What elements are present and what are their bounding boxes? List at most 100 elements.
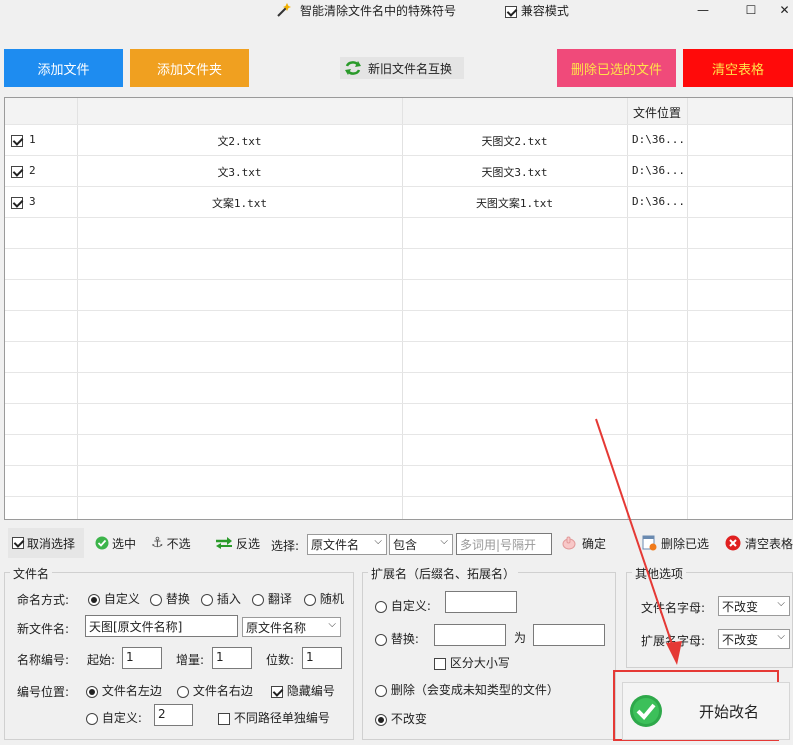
choose-label: 选择:	[271, 539, 300, 553]
naming-option-label: 替换	[165, 592, 190, 606]
ext-delete-label: 删除（会变成未知类型的文件）	[390, 683, 559, 697]
ext-no-change-radio[interactable]: 不改变	[375, 710, 427, 727]
ext-custom-radio[interactable]: 自定义:	[375, 597, 431, 614]
add-folder-button[interactable]: 添加文件夹	[130, 49, 249, 87]
ext-replace-label: 替换:	[390, 632, 419, 646]
compat-mode-checkbox[interactable]: 兼容模式	[505, 2, 569, 19]
minimize-button[interactable]: —	[680, 0, 726, 22]
swap-names-label: 新旧文件名互换	[368, 61, 453, 76]
deselect-button[interactable]: 取消选择	[8, 528, 84, 558]
row-checkbox[interactable]	[11, 165, 23, 178]
name-source-select[interactable]: 原文件名称 ⌵	[242, 617, 341, 637]
table-row[interactable]: 1 文2.txt 天图文2.txt D:\36...	[5, 125, 792, 155]
position-left-label: 文件名左边	[101, 684, 162, 698]
deselect-label: 取消选择	[27, 536, 76, 551]
increment-input[interactable]: 1	[212, 647, 252, 669]
radio-icon	[375, 633, 387, 646]
filename-group-title: 文件名	[10, 565, 53, 582]
new-filename: 天图文3.txt	[481, 166, 548, 179]
radio-icon	[86, 712, 98, 725]
select-button[interactable]: 选中	[92, 528, 144, 558]
mode-select-value: 包含	[393, 538, 418, 552]
maximize-button[interactable]: ☐	[728, 0, 774, 22]
table-row[interactable]: 3 文案1.txt 天图文案1.txt D:\36...	[5, 187, 792, 217]
radio-icon	[86, 685, 98, 698]
ext-delete-radio[interactable]: 删除（会变成未知类型的文件）	[375, 681, 559, 698]
ext-custom-label: 自定义:	[390, 599, 431, 613]
row-number: 3	[29, 195, 36, 208]
start-label: 起始:	[87, 653, 116, 667]
field-select[interactable]: 原文件名 ⌵	[307, 534, 387, 555]
chevron-down-icon: ⌵	[374, 536, 382, 547]
ext-case-select[interactable]: 不改变 ⌵	[718, 629, 790, 649]
delete-selected-files-button[interactable]: 删除已选的文件	[557, 49, 676, 87]
naming-option-label: 随机	[319, 592, 344, 606]
unselect-button[interactable]: ⚓ 不选	[148, 528, 202, 558]
row-checkbox[interactable]	[11, 134, 23, 147]
column-header-location: 文件位置	[633, 106, 682, 120]
radio-icon	[88, 593, 100, 606]
start-input[interactable]: 1	[122, 647, 162, 669]
naming-option-random[interactable]: 随机	[304, 590, 344, 607]
start-rename-button[interactable]: 开始改名	[622, 682, 790, 740]
position-left-radio[interactable]: 文件名左边	[86, 682, 162, 699]
select-label: 选中	[112, 536, 137, 551]
naming-method-label: 命名方式:	[17, 593, 70, 607]
swap-names-button[interactable]: 新旧文件名互换	[340, 57, 464, 79]
start-rename-label: 开始改名	[699, 702, 760, 721]
new-name-input[interactable]: 天图[原文件名称]	[85, 615, 238, 637]
naming-option-insert[interactable]: 插入	[201, 590, 241, 607]
position-custom-label: 自定义:	[101, 711, 142, 725]
name-source-value: 原文件名称	[246, 621, 307, 635]
checkbox-icon	[434, 657, 446, 670]
position-custom-input[interactable]: 2	[154, 704, 193, 726]
naming-option-custom[interactable]: 自定义	[88, 590, 140, 607]
swap-icon	[345, 61, 361, 75]
file-location: D:\36...	[632, 195, 685, 208]
keyword-input[interactable]: 多词用|号隔开	[456, 533, 552, 555]
invert-arrows-icon	[216, 537, 232, 549]
naming-option-translate[interactable]: 翻译	[252, 590, 292, 607]
chevron-down-icon: ⌵	[777, 631, 785, 642]
position-label: 编号位置:	[17, 685, 70, 699]
magic-wand-icon	[276, 2, 292, 18]
old-filename: 文案1.txt	[211, 197, 268, 210]
ext-custom-input[interactable]	[445, 591, 517, 613]
annotation-arrow	[595, 418, 682, 665]
invert-button[interactable]: 反选	[212, 528, 264, 558]
table-row[interactable]: 2 文3.txt 天图文3.txt D:\36...	[5, 156, 792, 186]
hand-icon	[562, 536, 576, 550]
radio-icon	[177, 685, 189, 698]
case-sensitive-label: 区分大小写	[449, 656, 510, 670]
clear-table-button[interactable]: 清空表格	[683, 49, 793, 87]
clear-table-toolbar-label: 清空表格	[744, 536, 793, 551]
ext-replace-radio[interactable]: 替换:	[375, 630, 419, 647]
radio-icon	[150, 593, 162, 606]
clear-x-icon	[725, 535, 741, 551]
row-number: 1	[29, 133, 36, 146]
chevron-down-icon: ⌵	[440, 536, 448, 547]
numbering-label: 名称编号:	[17, 653, 70, 667]
naming-option-replace[interactable]: 替换	[150, 590, 190, 607]
invert-label: 反选	[236, 536, 261, 551]
checkbox-icon	[505, 5, 517, 18]
add-file-button[interactable]: 添加文件	[4, 49, 123, 87]
clear-table-toolbar-button[interactable]: 清空表格	[722, 528, 793, 558]
mode-select[interactable]: 包含 ⌵	[389, 534, 453, 555]
separate-path-numbering-checkbox[interactable]: 不同路径单独编号	[218, 709, 330, 726]
filename-case-select[interactable]: 不改变 ⌵	[718, 596, 790, 616]
row-checkbox[interactable]	[11, 196, 23, 209]
check-circle-icon	[95, 536, 109, 550]
digits-label: 位数:	[266, 653, 295, 667]
close-button[interactable]: ✕	[776, 0, 793, 22]
radio-icon	[375, 600, 387, 613]
checkbox-icon	[12, 537, 24, 549]
digits-input[interactable]: 1	[302, 647, 342, 669]
ext-replace-from-input[interactable]	[434, 624, 506, 646]
position-custom-radio[interactable]: 自定义:	[86, 709, 142, 726]
hide-numbering-checkbox[interactable]: 隐藏编号	[271, 682, 335, 699]
case-sensitive-checkbox[interactable]: 区分大小写	[434, 654, 510, 671]
position-right-radio[interactable]: 文件名右边	[177, 682, 253, 699]
naming-option-label: 自定义	[103, 592, 140, 606]
anchor-icon: ⚓	[151, 535, 164, 551]
